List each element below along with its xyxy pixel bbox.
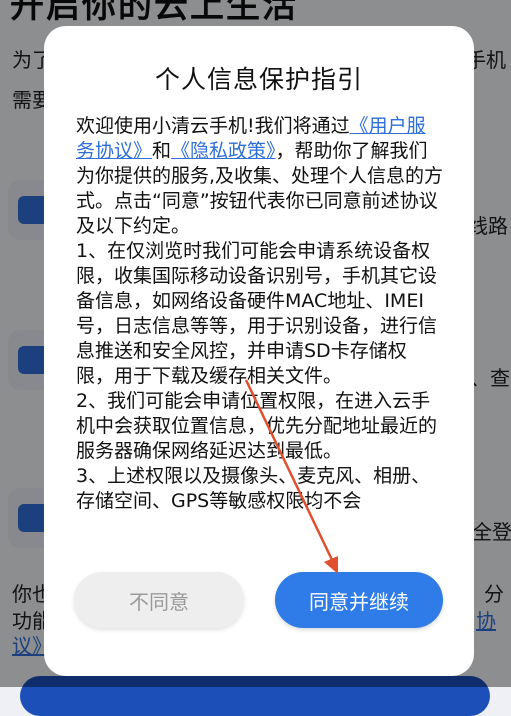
and-text: 和 xyxy=(152,140,172,162)
dialog-body[interactable]: 欢迎使用小清云手机!我们将通过《用户服务协议》和《隐私政策》，帮助你了解我们为你… xyxy=(76,114,444,546)
intro-paragraph: 欢迎使用小清云手机!我们将通过《用户服务协议》和《隐私政策》，帮助你了解我们为你… xyxy=(76,114,444,239)
privacy-policy-link[interactable]: 《隐私政策》 xyxy=(171,140,276,162)
dialog-title: 个人信息保护指引 xyxy=(154,65,363,94)
intro-prefix: 欢迎使用小清云手机!我们将通过 xyxy=(76,115,350,137)
agree-continue-button[interactable]: 同意并继续 xyxy=(275,572,443,628)
terms-item-2: 2、我们可能会申请位置权限，在进入云手机中会获取位置信息，优先分配地址最近的服务… xyxy=(76,390,438,462)
terms-item-1: 1、在仅浏览时我们可能会申请系统设备权限，收集国际移动设备识别号，手机其它设备信… xyxy=(76,240,438,387)
privacy-dialog: 个人信息保护指引 欢迎使用小清云手机!我们将通过《用户服务协议》和《隐私政策》，… xyxy=(44,26,474,676)
terms-item-3: 3、上述权限以及摄像头、麦克风、相册、存储空间、GPS等敏感权限均不会 xyxy=(76,465,431,512)
disagree-button[interactable]: 不同意 xyxy=(74,572,244,628)
